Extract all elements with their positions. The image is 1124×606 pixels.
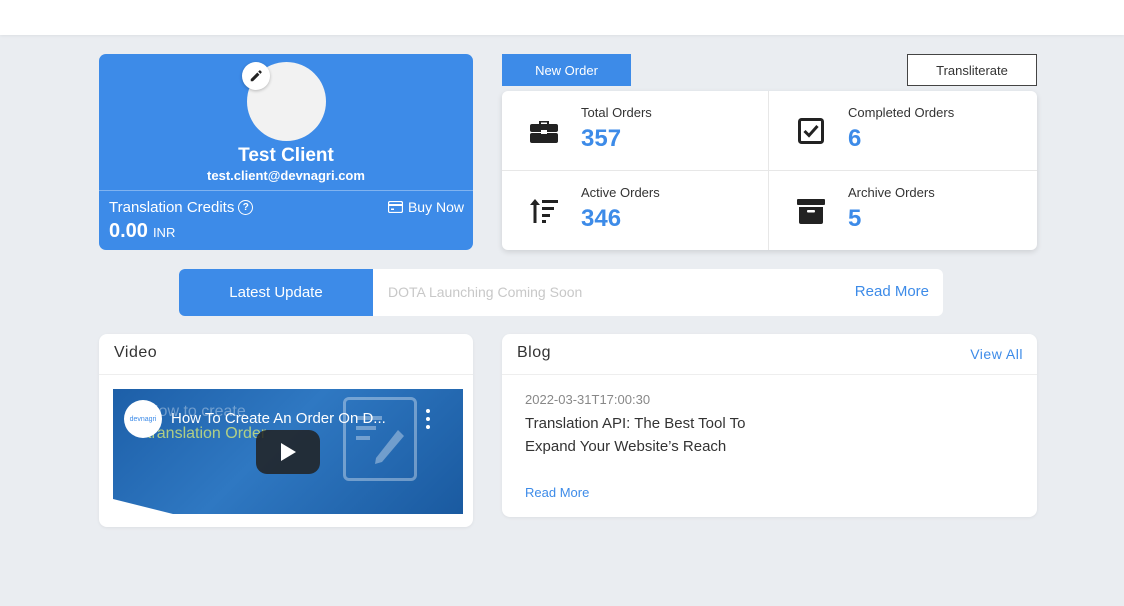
credits-value: 0.00 xyxy=(109,220,148,242)
question-circle-icon[interactable]: ? xyxy=(238,200,254,215)
blog-card-title: Blog xyxy=(517,344,552,361)
latest-update-read-more-link[interactable]: Read More xyxy=(855,283,929,300)
blog-view-all-link[interactable]: View All xyxy=(970,346,1023,362)
stat-label: Archive Orders xyxy=(848,185,935,200)
credits-value-row: 0.00 INR xyxy=(109,220,175,243)
transliterate-button[interactable]: Transliterate xyxy=(907,54,1037,86)
blog-post-title[interactable]: Translation API: The Best Tool To Expand… xyxy=(525,413,765,458)
stat-active-orders[interactable]: Active Orders 346 xyxy=(502,171,769,250)
sort-icon xyxy=(528,195,560,227)
stats-divider-horizontal xyxy=(502,170,1037,171)
blog-card: Blog View All 2022-03-31T17:00:30 Transl… xyxy=(502,334,1037,517)
profile-name: Test Client xyxy=(238,145,334,166)
briefcase-icon xyxy=(528,115,560,147)
stat-label: Total Orders xyxy=(581,105,652,120)
stat-completed-orders[interactable]: Completed Orders 6 xyxy=(769,91,1036,170)
profile-card: Test Client test.client@devnagri.com Tra… xyxy=(99,54,473,250)
stat-value: 6 xyxy=(848,125,862,152)
stat-value: 346 xyxy=(581,205,622,232)
profile-divider xyxy=(99,190,473,191)
video-thumbnail[interactable]: How to create translation Order devnagri… xyxy=(113,389,463,514)
stat-label: Completed Orders xyxy=(848,105,955,120)
new-order-button[interactable]: New Order xyxy=(502,54,631,86)
video-card-title: Video xyxy=(114,344,158,361)
blog-read-more-link[interactable]: Read More xyxy=(525,485,589,500)
stat-value: 5 xyxy=(848,205,862,232)
card-divider xyxy=(99,374,473,375)
video-title[interactable]: How To Create An Order On D... xyxy=(171,410,386,427)
channel-logo[interactable]: devnagri xyxy=(124,400,162,438)
buy-now-button[interactable]: Buy Now xyxy=(387,199,464,215)
blog-post-date: 2022-03-31T17:00:30 xyxy=(525,392,651,407)
video-card: Video How to create translation Order de… xyxy=(99,334,473,527)
latest-update-text: DOTA Launching Coming Soon xyxy=(388,284,583,300)
latest-update-bar: Latest Update DOTA Launching Coming Soon… xyxy=(179,269,943,316)
thumbnail-corner xyxy=(113,499,173,514)
archive-icon xyxy=(795,195,827,227)
thumbnail-text: translation Order xyxy=(147,425,267,442)
card-divider xyxy=(502,374,1037,375)
stat-total-orders[interactable]: Total Orders 357 xyxy=(502,91,769,170)
checkbox-icon xyxy=(795,115,827,147)
pencil-icon xyxy=(250,70,262,82)
credit-card-icon xyxy=(387,201,403,213)
play-icon xyxy=(281,443,296,461)
credits-label: Translation Credits xyxy=(109,199,235,216)
stat-archive-orders[interactable]: Archive Orders 5 xyxy=(769,171,1036,250)
credits-label-row: Translation Credits ? xyxy=(109,199,254,216)
more-vertical-icon[interactable] xyxy=(423,409,433,429)
play-button[interactable] xyxy=(256,430,320,474)
stat-label: Active Orders xyxy=(581,185,660,200)
edit-profile-button[interactable] xyxy=(242,62,270,90)
top-bar xyxy=(0,0,1124,35)
order-stats-card: Total Orders 357 Completed Orders 6 Acti… xyxy=(502,91,1037,250)
credits-currency: INR xyxy=(152,225,176,240)
latest-update-label: Latest Update xyxy=(179,269,373,316)
stat-value: 357 xyxy=(581,125,622,152)
buy-now-label: Buy Now xyxy=(407,199,464,215)
profile-email: test.client@devnagri.com xyxy=(207,168,365,183)
